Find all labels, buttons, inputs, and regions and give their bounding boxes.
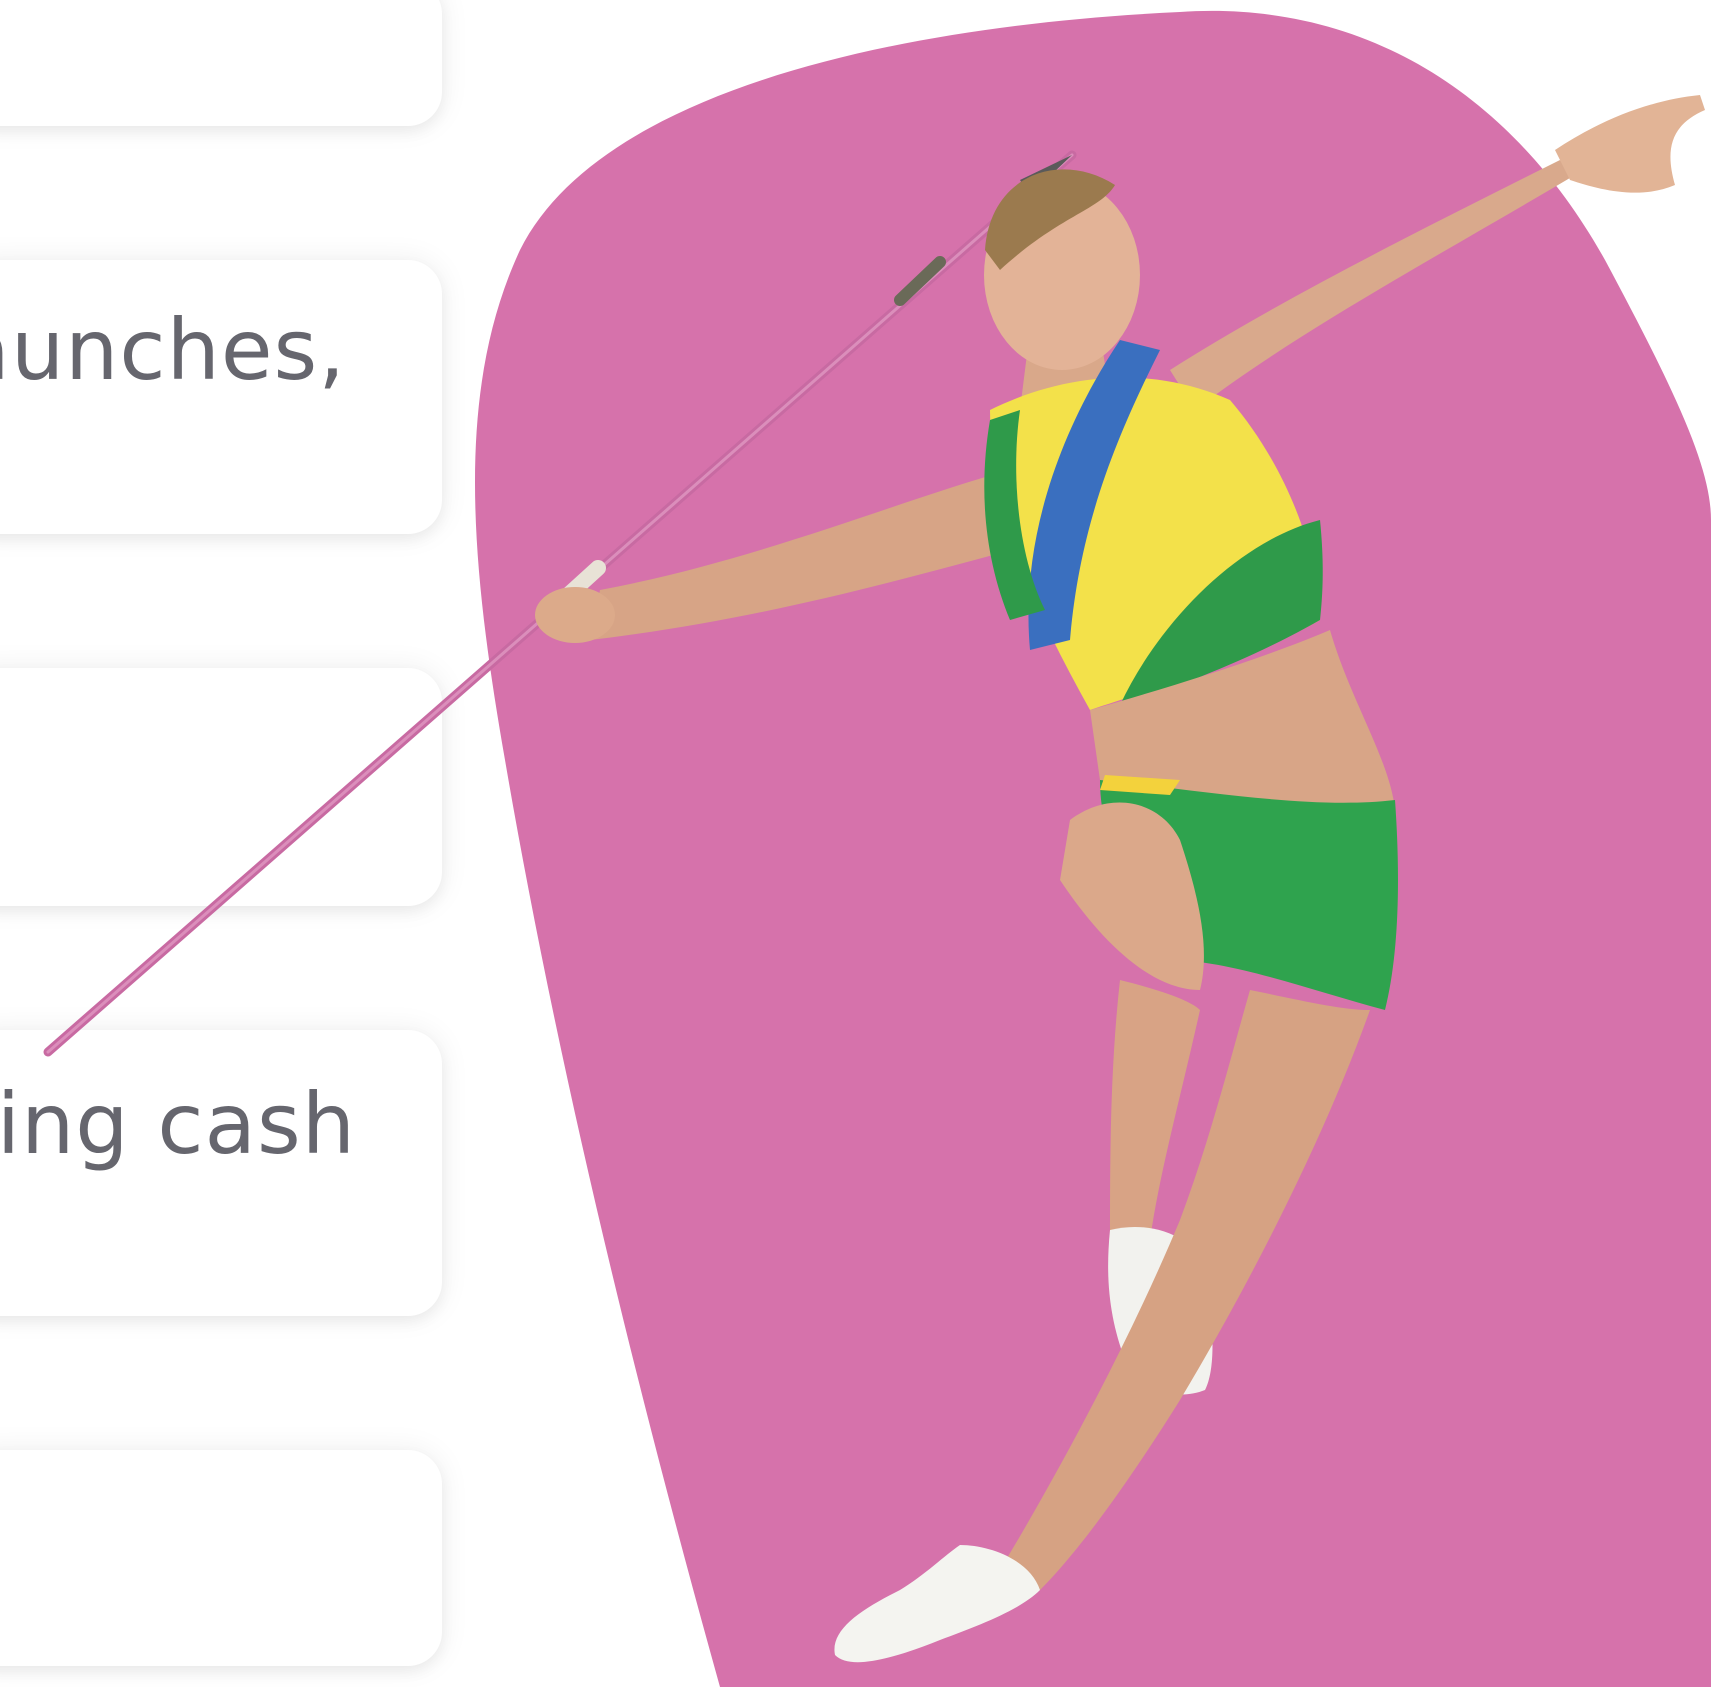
pink-blob-shape xyxy=(475,11,1711,1687)
feature-card xyxy=(0,668,442,906)
feature-card xyxy=(0,1450,442,1666)
feature-card: ting cash xyxy=(0,1030,442,1316)
athlete-figure xyxy=(535,95,1705,1663)
feature-card-text: aunches, xyxy=(0,301,346,399)
page: aunches, ting cash xyxy=(0,0,1711,1687)
feature-card-text: ting cash xyxy=(0,1075,356,1173)
feature-card: aunches, xyxy=(0,260,442,534)
feature-card xyxy=(0,0,442,126)
